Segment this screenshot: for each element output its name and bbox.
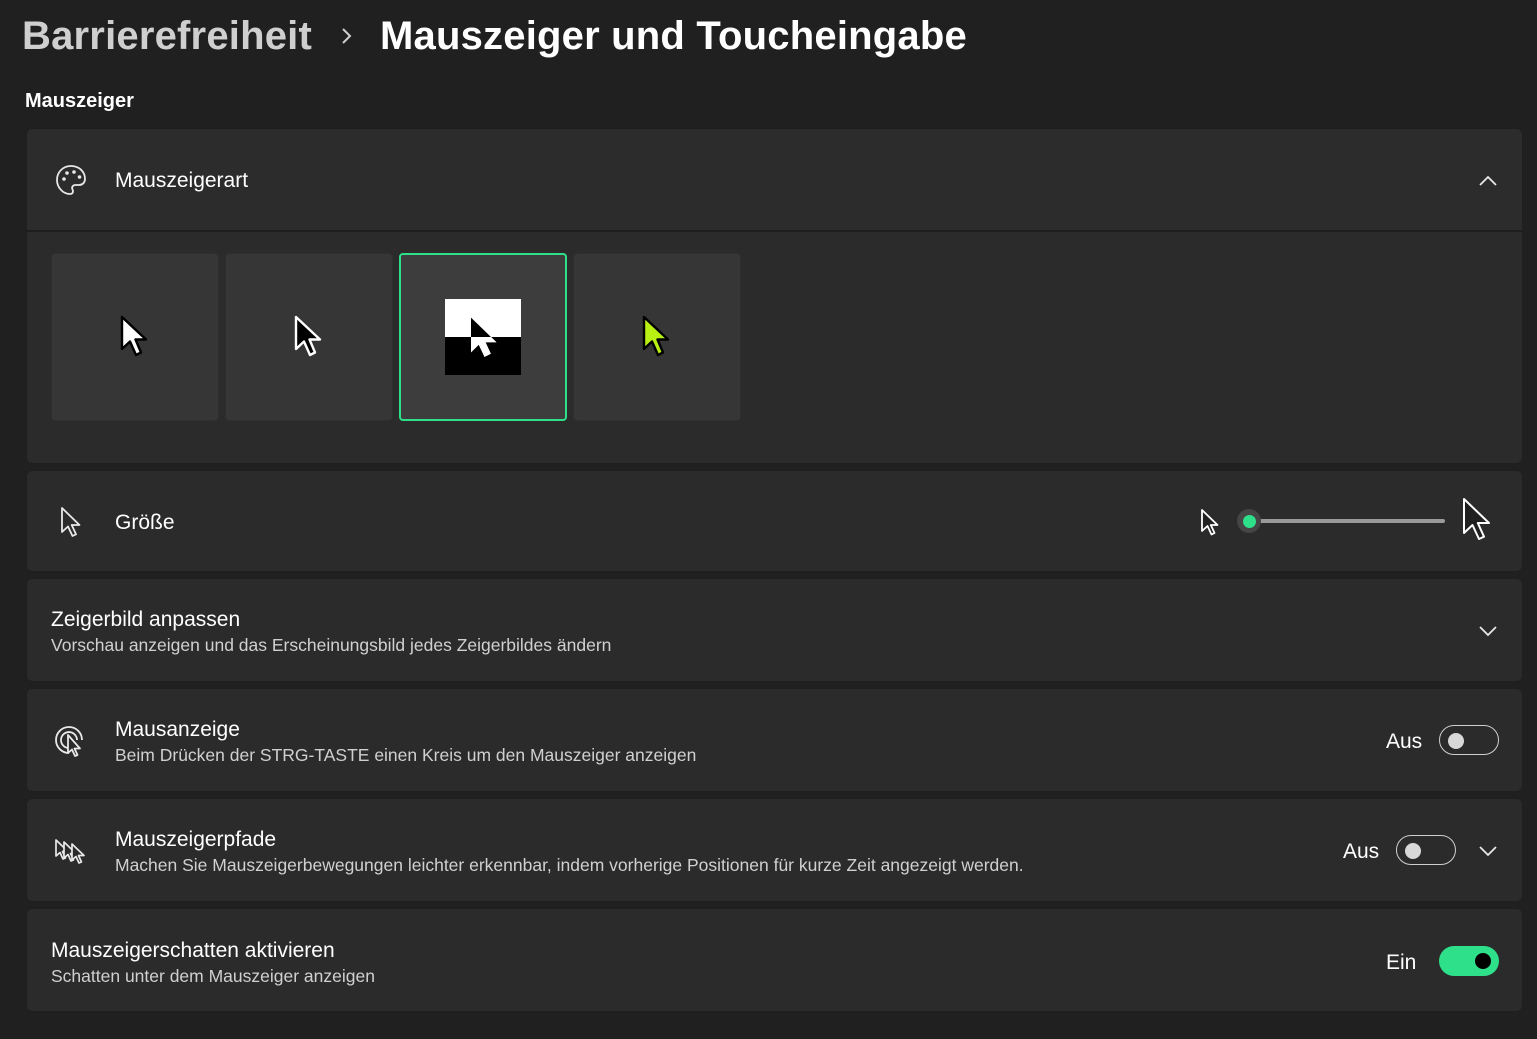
pointer-style-custom[interactable] xyxy=(573,253,741,421)
chevron-right-icon xyxy=(340,26,354,46)
shadow-title: Mauszeigerschatten aktivieren xyxy=(51,939,335,962)
section-title: Mauszeiger xyxy=(25,90,134,112)
pointer-shadow-card: Mauszeigerschatten aktivieren Schatten u… xyxy=(26,908,1523,1012)
customize-subtitle: Vorschau anzeigen und das Erscheinungsbi… xyxy=(51,635,612,655)
pointer-indicator-card: Mausanzeige Beim Drücken der STRG-TASTE … xyxy=(26,688,1523,792)
chevron-down-icon[interactable] xyxy=(1476,619,1500,643)
shadow-toggle[interactable] xyxy=(1439,946,1499,976)
trails-title: Mauszeigerpfade xyxy=(115,828,277,851)
shadow-subtitle: Schatten unter dem Mauszeiger anzeigen xyxy=(51,966,375,986)
slider-thumb[interactable] xyxy=(1237,509,1261,533)
black-pointer-icon xyxy=(294,315,322,357)
trails-toggle[interactable] xyxy=(1396,835,1456,865)
pointer-size-slider[interactable] xyxy=(1237,509,1445,533)
indicator-toggle-label: Aus xyxy=(1386,730,1423,753)
chevron-up-icon[interactable] xyxy=(1476,169,1500,193)
white-pointer-icon xyxy=(120,315,148,357)
pointer-style-white[interactable] xyxy=(51,253,219,421)
pointer-size-card: Größe xyxy=(26,470,1523,572)
pointer-style-black[interactable] xyxy=(225,253,393,421)
indicator-toggle[interactable] xyxy=(1439,725,1499,755)
page-title: Mauszeiger und Toucheingabe xyxy=(380,13,967,58)
indicator-subtitle: Beim Drücken der STRG-TASTE einen Kreis … xyxy=(115,745,697,765)
chevron-down-icon[interactable] xyxy=(1476,839,1500,863)
pointer-indicator-icon xyxy=(51,721,91,761)
pointer-icon xyxy=(51,502,91,542)
pointer-style-header[interactable]: Mauszeigerart xyxy=(26,128,1523,232)
shadow-toggle-label: Ein xyxy=(1386,951,1417,974)
palette-icon xyxy=(51,160,91,200)
large-pointer-icon xyxy=(1459,495,1495,548)
breadcrumb: Barrierefreiheit Mauszeiger und Touchein… xyxy=(22,8,967,64)
divider xyxy=(26,230,1523,232)
slider-track xyxy=(1249,519,1445,523)
customize-pointer-card[interactable]: Zeigerbild anpassen Vorschau anzeigen un… xyxy=(26,578,1523,682)
custom-pointer-icon xyxy=(642,315,670,357)
breadcrumb-parent-link[interactable]: Barrierefreiheit xyxy=(22,14,312,59)
pointer-style-title: Mauszeigerart xyxy=(115,169,249,192)
pointer-trails-card: Mauszeigerpfade Machen Sie Mauszeigerbew… xyxy=(26,798,1523,902)
pointer-trails-icon xyxy=(51,831,91,871)
indicator-title: Mausanzeige xyxy=(115,718,240,741)
customize-title: Zeigerbild anpassen xyxy=(51,608,241,631)
inverted-pointer-icon xyxy=(445,299,521,375)
pointer-style-inverted[interactable] xyxy=(399,253,567,421)
pointer-size-title: Größe xyxy=(115,511,175,534)
trails-toggle-label: Aus xyxy=(1343,840,1380,863)
trails-subtitle: Machen Sie Mauszeigerbewegungen leichter… xyxy=(115,855,1024,875)
small-pointer-icon xyxy=(1199,507,1221,542)
